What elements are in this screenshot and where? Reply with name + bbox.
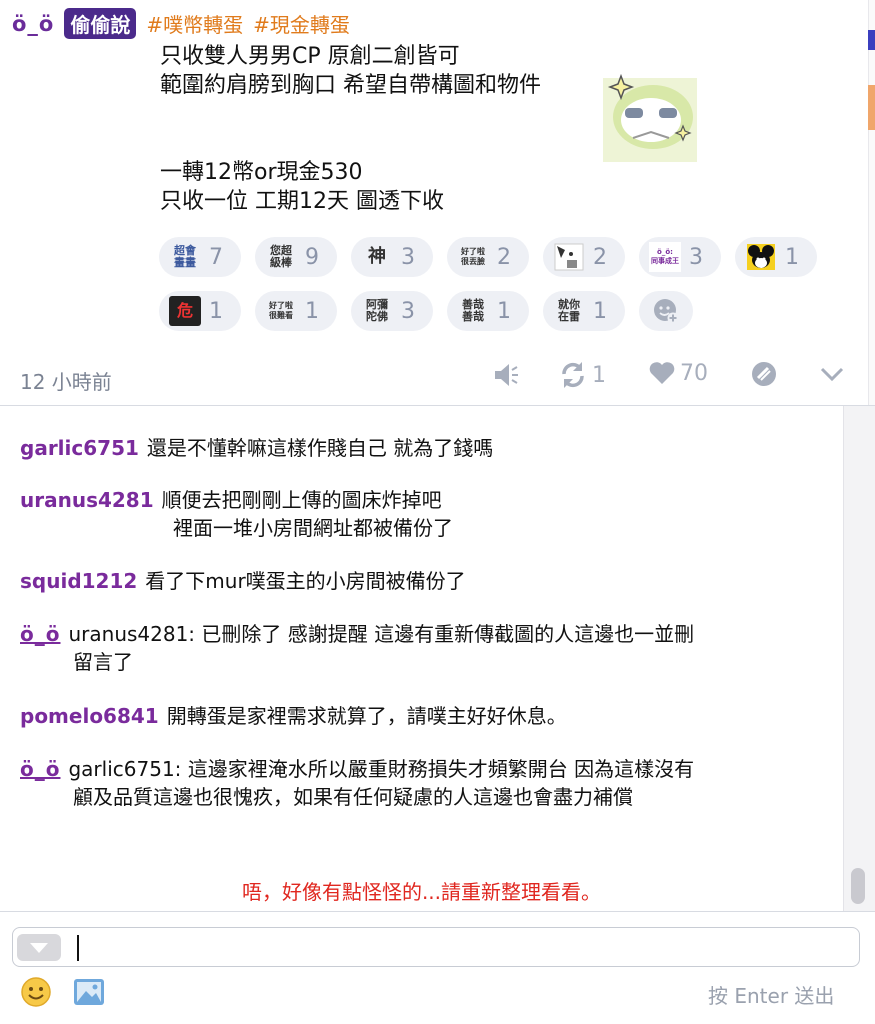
speaker-mute-icon: [495, 364, 518, 386]
response-username[interactable]: garlic6751: [20, 436, 139, 460]
reaction-count: 1: [497, 298, 511, 324]
window-edge: [868, 0, 875, 405]
response-text: 看了下mur噗蛋主的小房間被備份了: [145, 569, 466, 593]
response-username[interactable]: uranus4281: [20, 488, 154, 512]
post-timestamp[interactable]: 12 小時前: [20, 366, 112, 395]
sticker-text-icon: 好了啦 很丟臉: [461, 247, 485, 266]
response-username[interactable]: pomelo6841: [20, 704, 159, 728]
response-item: ö_ö uranus4281: 已刪除了 感謝提醒 這邊有重新傳截圖的人這邊也一並…: [20, 620, 820, 676]
window-edge-accent: [868, 30, 875, 50]
sticker-text-icon: 您超 級棒: [270, 244, 292, 269]
reaction-chip[interactable]: 阿彌 陀佛 3: [351, 291, 433, 331]
response-username[interactable]: squid1212: [20, 569, 137, 593]
mute-button[interactable]: [492, 360, 520, 390]
sticker-text-icon: 阿彌 陀佛: [366, 298, 388, 323]
response-text: 順便去把剛剛上傳的圖床炸掉吧: [161, 488, 442, 512]
add-reaction-button[interactable]: [639, 291, 693, 331]
reaction-count: 1: [593, 298, 607, 324]
response-text-line: 裡面一堆小房間網址都被備份了: [173, 516, 453, 540]
response-text-line: 顧及品質這邊也很愧疚，如果有任何疑慮的人這邊也會盡力補償: [73, 785, 633, 809]
emoji-reactions: 超會 畫畫 7 您超 級棒 9 神 3 好了啦 很丟臉 2 2 ö_ö: 同事成…: [159, 237, 839, 331]
hashtag-link[interactable]: #噗幣轉蛋: [146, 9, 243, 38]
reaction-count: 1: [785, 244, 799, 270]
responses-scrollbar[interactable]: [843, 406, 875, 911]
danger-sticker-icon: 危: [169, 296, 201, 326]
response-text: uranus4281: 已刪除了 感謝提醒 這邊有重新傳截圖的人這邊也一並刪: [68, 622, 695, 646]
reaction-count: 2: [593, 244, 607, 270]
sticker-text-icon: ö_ö: 同事成王: [649, 242, 681, 272]
post-header: ö_ö 偷偷說 #噗幣轉蛋 #現金轉蛋: [12, 8, 350, 39]
response-item: ö_ö garlic6751: 這邊家裡淹水所以嚴重財務損失才頻繁開台 因為這樣沒…: [20, 755, 820, 811]
replurk-button[interactable]: 1: [558, 360, 606, 390]
more-options-button[interactable]: [818, 360, 846, 388]
reaction-chip[interactable]: 您超 級棒 9: [255, 237, 337, 277]
replurk-icon: [562, 362, 584, 388]
like-button[interactable]: 70: [648, 360, 708, 386]
hashtag-link[interactable]: #現金轉蛋: [253, 9, 350, 38]
reaction-count: 3: [689, 244, 703, 270]
responses-list: garlic6751 還是不懂幹嘛這樣作賤自己 就為了錢嗎 uranus4281 順…: [0, 406, 843, 911]
reaction-count: 1: [209, 298, 223, 324]
sticker-text-icon: 善哉 善哉: [462, 298, 484, 323]
window-edge-accent: [868, 85, 875, 130]
enter-to-send-hint: 按 Enter 送出: [708, 984, 835, 1008]
scrollbar-thumb[interactable]: [851, 868, 865, 904]
sticker-text-icon: 超會 畫畫: [174, 244, 196, 269]
share-link-button[interactable]: [750, 360, 778, 388]
response-input[interactable]: [12, 927, 860, 967]
reaction-count: 2: [497, 244, 511, 270]
qualifier-select[interactable]: [17, 934, 61, 961]
reaction-chip[interactable]: 神 3: [351, 237, 433, 277]
response-item: squid1212 看了下mur噗蛋主的小房間被備份了: [20, 567, 820, 595]
reaction-chip[interactable]: 超會 畫畫 7: [159, 237, 241, 277]
response-text-line: 留言了: [73, 650, 133, 674]
add-emoji-icon: [654, 299, 679, 324]
reaction-chip[interactable]: 好了啦 很難看 1: [255, 291, 337, 331]
response-item: uranus4281 順便去把剛剛上傳的圖床炸掉吧 裡面一堆小房間網址都被備份了: [20, 486, 820, 542]
reaction-chip[interactable]: 1: [735, 237, 817, 277]
response-username[interactable]: ö_ö: [20, 622, 60, 646]
reaction-count: 7: [209, 244, 223, 270]
heart-icon: [649, 362, 675, 384]
response-text: garlic6751: 這邊家裡淹水所以嚴重財務損失才頻繁開台 因為這樣沒有: [68, 757, 695, 781]
response-item: pomelo6841 開轉蛋是家裡需求就算了，請噗主好好休息。: [20, 702, 820, 730]
reaction-count: 9: [305, 244, 319, 270]
reaction-chip[interactable]: 就你 在雷 1: [543, 291, 625, 331]
response-text: 還是不懂幹嘛這樣作賤自己 就為了錢嗎: [146, 436, 494, 460]
sticker-text-icon: 神: [368, 246, 386, 267]
sticker-image[interactable]: [603, 72, 697, 162]
reaction-chip[interactable]: 好了啦 很丟臉 2: [447, 237, 529, 277]
response-username[interactable]: ö_ö: [20, 757, 60, 781]
reaction-chip[interactable]: 善哉 善哉 1: [447, 291, 529, 331]
response-composer: 按 Enter 送出: [0, 911, 875, 1024]
reaction-chip[interactable]: ö_ö: 同事成王 3: [639, 237, 721, 277]
emoji-button-icon[interactable]: [20, 976, 52, 1008]
post-footer: 12 小時前 1 70: [0, 354, 875, 400]
text-caret: [77, 935, 79, 961]
reaction-chip[interactable]: 危 1: [159, 291, 241, 331]
cat-sticker-icon: [554, 243, 584, 271]
reaction-chip[interactable]: 2: [543, 237, 625, 277]
reaction-count: 1: [305, 298, 319, 324]
image-upload-icon[interactable]: [72, 976, 106, 1008]
sticker-text-icon: 好了啦 很難看: [269, 301, 293, 320]
response-item: garlic6751 還是不懂幹嘛這樣作賤自己 就為了錢嗎: [20, 434, 820, 462]
replurk-count: 1: [592, 362, 606, 388]
plurk-post: ö_ö 偷偷說 #噗幣轉蛋 #現金轉蛋 只收雙人男男CP 原創二創皆可 範圍約肩…: [0, 0, 875, 405]
post-qualifier: 偷偷說: [64, 8, 137, 39]
cartoon-mouse-icon: [747, 244, 775, 270]
sticker-text-icon: 就你 在雷: [558, 298, 580, 323]
reload-warning[interactable]: 唔，好像有點怪怪的...請重新整理看看。: [0, 876, 843, 905]
post-author[interactable]: ö_ö: [12, 12, 54, 36]
post-content: 只收雙人男男CP 原創二創皆可 範圍約肩膀到胸口 希望自帶構圖和物件 一轉12幣…: [160, 44, 541, 214]
reaction-count: 3: [401, 244, 415, 270]
reaction-count: 3: [401, 298, 415, 324]
link-icon: [752, 362, 776, 386]
response-text: 開轉蛋是家裡需求就算了，請噗主好好休息。: [166, 704, 567, 728]
triangle-down-icon: [30, 942, 48, 953]
like-count: 70: [680, 360, 708, 386]
chevron-down-icon: [820, 367, 844, 382]
